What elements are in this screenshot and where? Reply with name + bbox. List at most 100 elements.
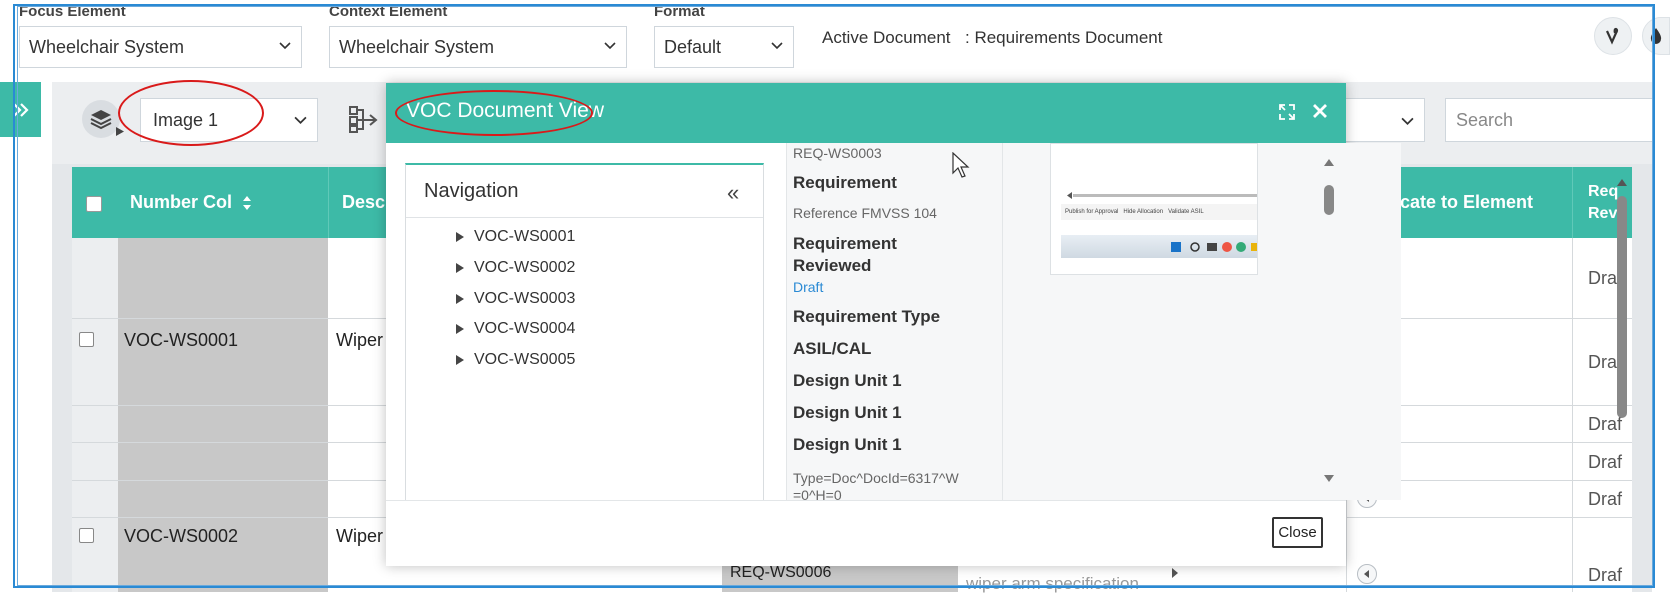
drop-icon	[1650, 28, 1662, 44]
close-icon[interactable]	[1309, 100, 1331, 122]
image-select-value: Image 1	[153, 109, 219, 130]
requirement-reviewed-label: Requirement	[793, 234, 897, 253]
caret-left-icon	[1067, 192, 1072, 199]
thumbnail-taskbar	[1061, 235, 1257, 258]
context-element-select[interactable]: Wheelchair System	[329, 26, 627, 68]
scroll-down-icon[interactable]	[1321, 473, 1337, 485]
thumbnail-toolbar-item: Hide Allocation	[1123, 209, 1164, 215]
nav-item[interactable]: VOC-WS0002	[456, 259, 575, 277]
modal-scrollbar-thumb[interactable]	[1324, 185, 1334, 215]
requirement-reviewed-label-2: Reviewed	[793, 256, 872, 275]
requirement-id: REQ-WS0003	[793, 145, 882, 161]
allocate-button[interactable]	[1357, 564, 1377, 584]
format-value: Default	[664, 36, 722, 57]
expand-icon[interactable]	[1279, 104, 1295, 120]
search-input[interactable]: Search	[1445, 98, 1653, 142]
requirement-type-label: Requirement Type	[793, 307, 941, 326]
expand-triangle-icon[interactable]	[456, 294, 464, 304]
mouse-cursor-icon	[952, 152, 970, 178]
modal-header: VOC Document View	[386, 83, 1346, 143]
nav-item[interactable]: VOC-WS0004	[456, 320, 575, 338]
row-checkbox[interactable]	[79, 528, 94, 543]
expand-triangle-icon[interactable]	[456, 355, 464, 365]
layers-button[interactable]	[82, 100, 120, 138]
focus-element-select[interactable]: Wheelchair System	[19, 26, 302, 68]
design-unit-label: Design Unit 1	[793, 371, 902, 390]
layers-icon	[90, 110, 112, 130]
navigation-title: Navigation	[424, 180, 519, 202]
asil-cal-label: ASIL/CAL	[793, 339, 872, 358]
design-unit-label: Design Unit 1	[793, 435, 902, 454]
thumbnail-scrollbar	[1073, 194, 1257, 197]
nav-item[interactable]: VOC-WS0001	[456, 228, 575, 246]
collapse-navigation-icon[interactable]: «	[727, 180, 739, 206]
chevron-down-icon	[604, 42, 616, 50]
focus-element-label: Focus Element	[19, 3, 126, 20]
expand-triangle-icon[interactable]	[456, 263, 464, 273]
chevron-down-icon	[279, 42, 291, 50]
table-cell-description: Wiper	[336, 330, 384, 350]
requirement-label: Requirement	[793, 173, 897, 192]
table-cell-description: Wiper	[336, 526, 384, 546]
vine-icon	[1605, 27, 1619, 45]
column-header-number-label: Number Col	[130, 192, 233, 212]
table-cell-number[interactable]: VOC-WS0002	[124, 526, 238, 547]
table-cell-number[interactable]: VOC-WS0001	[124, 330, 238, 351]
modal-title: VOC Document View	[406, 99, 605, 122]
req-preview-text: wiper arm specification	[966, 574, 1139, 593]
focus-element-value: Wheelchair System	[29, 36, 185, 57]
modal-footer-divider	[386, 500, 1346, 501]
expand-triangle-icon[interactable]	[456, 232, 464, 242]
nav-item-label: VOC-WS0003	[474, 290, 576, 307]
caret-right-icon[interactable]	[1168, 566, 1182, 580]
column-divider	[328, 167, 329, 238]
nav-item-label: VOC-WS0002	[474, 259, 576, 276]
table-scrollbar-thumb[interactable]	[1617, 196, 1627, 418]
tree-structure-icon[interactable]	[348, 104, 378, 134]
voc-document-view-modal: VOC Document View Navigation « VOC-WS000…	[386, 83, 1401, 566]
top-bar: Focus Element Wheelchair System Context …	[0, 0, 1670, 78]
scroll-up-icon[interactable]	[1321, 156, 1337, 168]
navigation-header: Navigation «	[406, 165, 763, 218]
chevron-down-icon	[771, 42, 783, 50]
drop-icon-button[interactable]	[1642, 17, 1670, 55]
active-document-label: Active Document	[822, 28, 951, 47]
row-checkbox[interactable]	[79, 332, 94, 347]
chevron-down-icon	[294, 116, 307, 124]
doc-reference-continued: =0^H=0	[793, 487, 842, 500]
requirement-reviewed-value[interactable]: Draft	[793, 279, 823, 295]
close-button[interactable]: Close	[1272, 517, 1323, 548]
sidebar-expand-toggle[interactable]	[0, 82, 41, 137]
requirement-value: Reference FMVSS 104	[793, 205, 937, 221]
context-element-value: Wheelchair System	[339, 36, 495, 57]
column-header-number[interactable]: Number Col	[130, 167, 252, 238]
doc-reference: Type=Doc^DocId=6317^W	[793, 470, 959, 486]
thumbnail-toolbar-item: Validate ASIL	[1168, 209, 1204, 215]
format-select[interactable]: Default	[654, 26, 794, 68]
design-unit-label: Design Unit 1	[793, 403, 902, 422]
chevron-down-icon	[1401, 117, 1414, 125]
nav-item[interactable]: VOC-WS0005	[456, 351, 575, 369]
expand-triangle-icon[interactable]	[456, 324, 464, 334]
req-id-value[interactable]: REQ-WS0006	[730, 564, 831, 582]
caret-right-icon	[116, 127, 124, 136]
active-document-value: : Requirements Document	[965, 28, 1163, 47]
column-header-description[interactable]: Descr	[342, 167, 392, 238]
nav-item[interactable]: VOC-WS0003	[456, 290, 575, 308]
vine-icon-button[interactable]	[1594, 17, 1632, 55]
column-divider	[1572, 167, 1573, 238]
caret-left-icon	[1364, 570, 1369, 578]
modal-scrollbar[interactable]	[1321, 155, 1337, 485]
sort-icon	[243, 195, 252, 210]
select-all-checkbox[interactable]	[86, 196, 102, 212]
navigation-panel: Navigation « VOC-WS0001 VOC-WS0002 VOC-W…	[405, 163, 764, 500]
taskbar-icons	[1171, 242, 1257, 252]
thumbnail-toolbar: Publish for Approval Hide Allocation Val…	[1061, 204, 1257, 220]
image-select[interactable]: Image 1	[140, 98, 318, 142]
context-element-label: Context Element	[329, 3, 448, 20]
double-chevron-right-icon	[12, 102, 29, 117]
image-thumbnail[interactable]: Publish for Approval Hide Allocation Val…	[1050, 143, 1258, 275]
nav-item-label: VOC-WS0004	[474, 320, 576, 337]
nav-item-label: VOC-WS0001	[474, 228, 576, 245]
toolbar-right-select[interactable]	[1335, 98, 1425, 142]
